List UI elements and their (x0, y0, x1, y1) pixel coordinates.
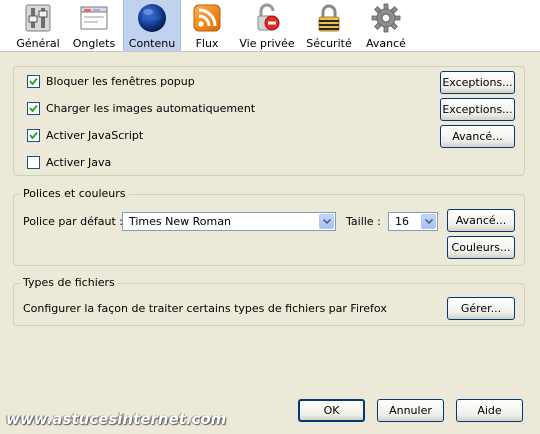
ok-button[interactable]: OK (298, 399, 365, 422)
tab-content[interactable]: Contenu (123, 0, 181, 51)
tab-privacy-label: Vie privée (239, 37, 295, 50)
colors-button[interactable]: Couleurs... (447, 236, 515, 259)
font-size-label: Taille : (346, 215, 381, 228)
tab-general[interactable]: Général (10, 0, 66, 51)
preferences-toolbar: Général Onglets Contenu Flux Vie privée … (0, 0, 540, 52)
tab-advanced-label: Avancé (366, 37, 406, 50)
tab-security-label: Sécurité (306, 37, 352, 50)
enable-javascript-checkbox[interactable] (27, 129, 40, 142)
file-types-group: Types de fichiers Configurer la façon de… (13, 276, 525, 326)
javascript-advanced-button[interactable]: Avancé... (440, 125, 515, 148)
default-font-select[interactable]: Times New Roman (122, 212, 336, 231)
enable-java-checkbox[interactable] (27, 156, 40, 169)
tab-security[interactable]: Sécurité (304, 0, 354, 51)
load-images-label: Charger les images automatiquement (46, 102, 256, 115)
fonts-advanced-button[interactable]: Avancé... (447, 209, 515, 232)
load-images-checkbox[interactable] (27, 102, 40, 115)
chevron-down-icon[interactable] (421, 214, 436, 229)
chevron-down-icon[interactable] (319, 214, 334, 229)
rss-feed-icon (193, 4, 221, 32)
block-popup-checkbox-row[interactable]: Bloquer les fenêtres popup (27, 75, 195, 88)
file-types-title: Types de fichiers (20, 276, 118, 289)
font-size-value: 16 (395, 215, 409, 228)
tab-feeds[interactable]: Flux (186, 0, 228, 51)
tab-advanced[interactable]: Avancé (360, 0, 412, 51)
tab-tabs-label: Onglets (72, 37, 116, 50)
checkmark-icon (29, 104, 38, 113)
help-button[interactable]: Aide (456, 399, 523, 422)
tabs-window-icon (80, 6, 108, 30)
gear-icon (371, 3, 401, 33)
font-size-select[interactable]: 16 (388, 212, 438, 231)
load-images-checkbox-row[interactable]: Charger les images automatiquement (27, 102, 255, 115)
manage-file-types-button[interactable]: Gérer... (447, 297, 515, 320)
block-popup-label: Bloquer les fenêtres popup (46, 75, 195, 88)
checkmark-icon (29, 77, 38, 86)
file-types-description: Configurer la façon de traiter certains … (23, 302, 387, 315)
images-exceptions-button[interactable]: Exceptions... (440, 98, 515, 121)
block-popup-checkbox[interactable] (27, 75, 40, 88)
checkmark-icon (29, 131, 38, 140)
default-font-value: Times New Roman (129, 215, 231, 228)
popup-exceptions-button[interactable]: Exceptions... (440, 71, 515, 94)
tab-privacy[interactable]: Vie privée (238, 0, 296, 51)
tab-content-label: Contenu (128, 37, 176, 50)
toggle-switch-icon (25, 4, 51, 32)
tab-tabs[interactable]: Onglets (68, 0, 120, 51)
fonts-colors-group: Polices et couleurs Police par défaut : … (13, 187, 525, 266)
watermark: www.astucesinternet.com (6, 410, 227, 428)
enable-javascript-checkbox-row[interactable]: Activer JavaScript (27, 129, 143, 142)
privacy-icon (257, 3, 280, 31)
globe-icon (138, 4, 166, 32)
content-options-group: Bloquer les fenêtres popup Charger les i… (13, 66, 525, 176)
fonts-colors-title: Polices et couleurs (20, 187, 129, 200)
tab-feeds-label: Flux (195, 37, 219, 50)
default-font-label: Police par défaut : (23, 215, 123, 228)
padlock-icon (318, 4, 340, 32)
enable-javascript-label: Activer JavaScript (46, 129, 144, 142)
enable-java-checkbox-row[interactable]: Activer Java (27, 156, 111, 169)
tab-general-label: Général (16, 37, 60, 50)
enable-java-label: Activer Java (46, 156, 112, 169)
cancel-button[interactable]: Annuler (377, 399, 444, 422)
